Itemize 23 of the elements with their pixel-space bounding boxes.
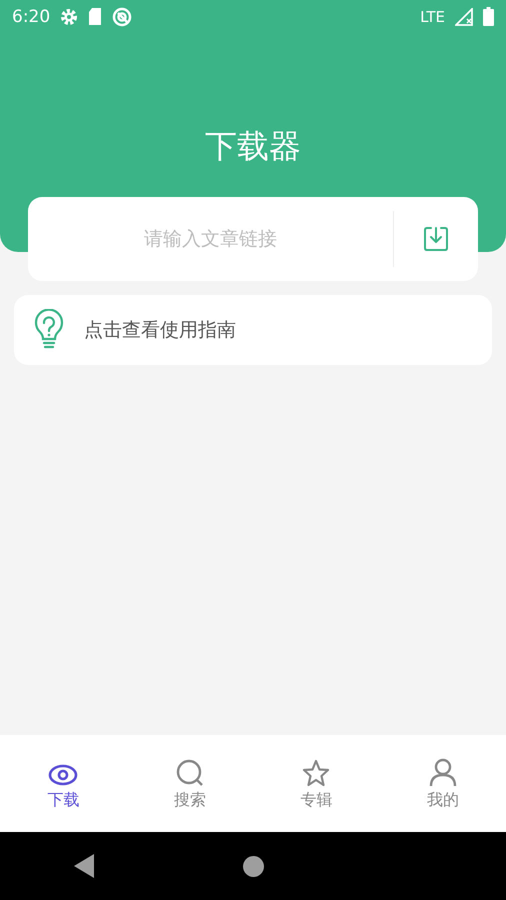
tab[interactable]: 专辑: [296, 754, 336, 812]
home-button[interactable]: [242, 856, 264, 876]
download-button[interactable]: [394, 197, 478, 281]
signal-icon: [455, 8, 473, 26]
eye-icon: [48, 762, 78, 786]
tab[interactable]: 下载: [43, 754, 84, 812]
tab[interactable]: 搜索: [170, 754, 210, 812]
sd-card-icon: [88, 8, 102, 25]
settings-icon: [60, 8, 78, 26]
download-icon: [422, 225, 450, 253]
back-button[interactable]: [74, 854, 94, 878]
status-time: 6:20: [12, 6, 50, 26]
network-label: LTE: [420, 8, 445, 26]
guide-link[interactable]: 点击查看使用指南: [84, 317, 236, 343]
sync-icon: [112, 6, 132, 26]
star-icon: [302, 758, 330, 786]
lightbulb-question-icon: [34, 309, 64, 351]
person-icon: [428, 756, 457, 786]
tab[interactable]: 我的: [422, 754, 463, 812]
search-icon: [176, 758, 204, 786]
app-title: 下载器: [205, 126, 301, 167]
link-input-field[interactable]: 请输入文章链接: [28, 197, 393, 281]
battery-icon: [483, 7, 494, 26]
